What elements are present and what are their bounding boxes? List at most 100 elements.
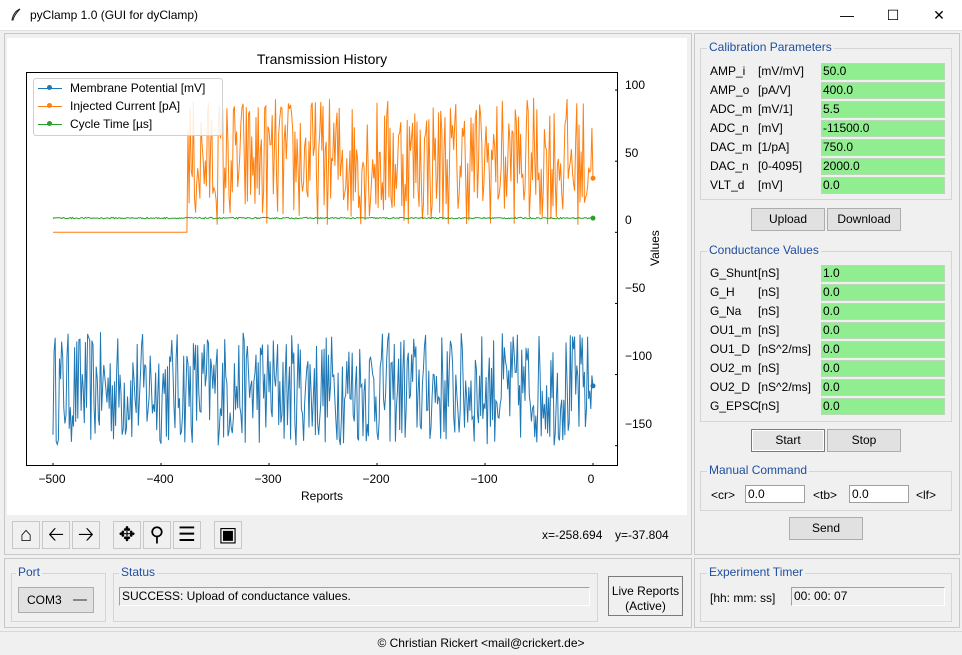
conductance-param-value-input[interactable]: 0.0 (821, 322, 945, 339)
conductance-param-name: OU1_D (710, 342, 751, 356)
series-last-point-0 (590, 383, 596, 389)
live-reports-button[interactable]: Live Reports (Active) (608, 576, 683, 616)
conductance-param-name: G_Shunt (710, 266, 758, 280)
close-button[interactable]: ✕ (916, 0, 962, 31)
configure-button[interactable]: ☰ (173, 521, 201, 549)
conductance-param-value-input[interactable]: 0.0 (821, 284, 945, 301)
calibration-param-name: DAC_n (710, 159, 749, 173)
x-tick-label: −500 (38, 472, 66, 486)
pan-icon: ✥ (118, 524, 136, 546)
x-tick-label: 0 (587, 472, 595, 486)
configure-icon: ☰ (178, 524, 196, 546)
manual-command-input-2[interactable]: 0.0 (849, 485, 909, 503)
status-title: Status (119, 565, 158, 579)
manual-command-title: Manual Command (707, 463, 810, 477)
conductance-param-value-input[interactable]: 0.0 (821, 398, 945, 415)
series-last-point-1 (590, 175, 596, 181)
conductance-param-name: G_Na (710, 304, 742, 318)
calibration-row: ADC_m [mV/1] 5.5 (709, 101, 945, 118)
forward-arrow-icon: 🡢 (77, 524, 95, 546)
back-button[interactable]: 🡠 (42, 521, 70, 549)
conductance-param-unit: [nS] (758, 266, 780, 280)
back-arrow-icon: 🡠 (47, 524, 65, 546)
timer-title: Experiment Timer (707, 565, 806, 579)
calibration-row: VLT_d [mV] 0.0 (709, 177, 945, 194)
footer-credit: © Christian Rickert <mail@crickert.de> (0, 631, 962, 654)
conductance-row: G_Shunt [nS] 1.0 (709, 265, 945, 282)
y-tick-label: 100 (625, 78, 646, 92)
conductance-param-value-input[interactable]: 0.0 (821, 341, 945, 358)
conductance-param-value-input[interactable]: 0.0 (821, 379, 945, 396)
port-title: Port (16, 565, 43, 579)
conductance-row: OU1_D [nS^2/ms] 0.0 (709, 341, 945, 358)
minimize-button[interactable]: — (824, 0, 870, 31)
calibration-param-value-input[interactable]: 400.0 (821, 82, 945, 99)
conductance-row: OU1_m [nS] 0.0 (709, 322, 945, 339)
stop-button[interactable]: Stop (827, 429, 901, 452)
maximize-button[interactable]: ☐ (870, 0, 916, 31)
legend-label: Cycle Time [µs] (70, 117, 153, 131)
legend-item-membrane: Membrane Potential [mV] (34, 80, 224, 98)
calibration-param-name: ADC_n (710, 121, 749, 135)
calibration-param-name: DAC_m (710, 140, 753, 154)
calibration-param-unit: [0-4095] (758, 159, 803, 173)
live-reports-label: Live Reports (611, 584, 680, 598)
calibration-title: Calibration Parameters (707, 40, 834, 54)
calibration-param-value-input[interactable]: 2000.0 (821, 158, 945, 175)
download-button[interactable]: Download (827, 208, 901, 231)
cursor-x-readout: x=-258.694 (542, 528, 603, 542)
port-select[interactable]: COM3 (18, 587, 94, 613)
calibration-param-unit: [mV] (758, 121, 783, 135)
save-button[interactable]: ▣ (214, 521, 242, 549)
legend-label: Membrane Potential [mV] (70, 81, 206, 95)
calibration-param-value-input[interactable]: 750.0 (821, 139, 945, 156)
forward-button[interactable]: 🡢 (72, 521, 100, 549)
conductance-param-unit: [nS^2/ms] (758, 380, 811, 394)
conductance-param-value-input[interactable]: 0.0 (821, 303, 945, 320)
series-line-2 (52, 216, 593, 220)
send-button[interactable]: Send (789, 517, 863, 540)
y-tick-label: −100 (625, 349, 653, 363)
legend-label: Injected Current [pA] (70, 99, 181, 113)
calibration-param-unit: [pA/V] (758, 83, 791, 97)
chart-legend: Membrane Potential [mV] Injected Current… (33, 78, 223, 136)
conductance-param-unit: [nS] (758, 323, 780, 337)
calibration-param-value-input[interactable]: 5.5 (821, 101, 945, 118)
close-icon: ✕ (933, 7, 945, 23)
zoom-button[interactable]: ⚲ (143, 521, 171, 549)
upload-button[interactable]: Upload (751, 208, 825, 231)
conductance-param-value-input[interactable]: 0.0 (821, 360, 945, 377)
conductance-param-value-input[interactable]: 1.0 (821, 265, 945, 282)
x-tick-label: −400 (146, 472, 174, 486)
x-axis-label: Reports (300, 489, 344, 503)
save-icon: ▣ (218, 524, 238, 546)
calibration-param-unit: [mV/1] (758, 102, 793, 116)
calibration-param-unit: [mV/mV] (758, 64, 805, 78)
window-title: pyClamp 1.0 (GUI for dyClamp) (30, 8, 199, 22)
calibration-param-value-input[interactable]: -11500.0 (821, 120, 945, 137)
calibration-param-value-input[interactable]: 50.0 (821, 63, 945, 80)
live-reports-state: (Active) (625, 599, 666, 613)
start-button[interactable]: Start (751, 429, 825, 452)
calibration-param-name: VLT_d (710, 178, 745, 192)
legend-item-current: Injected Current [pA] (34, 98, 224, 116)
feather-app-icon (11, 8, 21, 21)
home-button[interactable]: ⌂ (12, 521, 40, 549)
x-tick-label: −300 (254, 472, 282, 486)
y-tick-label: −50 (625, 281, 646, 295)
conductance-param-name: OU2_m (710, 361, 752, 375)
status-text: SUCCESS: Upload of conductance values. (119, 587, 590, 606)
calibration-param-value-input[interactable]: 0.0 (821, 177, 945, 194)
conductance-param-name: OU1_m (710, 323, 752, 337)
zoom-icon: ⚲ (149, 524, 165, 546)
manual-command-input-1[interactable]: 0.0 (745, 485, 805, 503)
dropdown-indicator-icon (73, 599, 87, 601)
x-tick-label: −200 (362, 472, 390, 486)
port-selected-value: COM3 (27, 593, 62, 607)
y-tick-label: 50 (625, 146, 639, 160)
conductance-param-unit: [nS] (758, 399, 780, 413)
calibration-param-unit: [mV] (758, 178, 783, 192)
pan-button[interactable]: ✥ (113, 521, 141, 549)
y-axis-label: Values (648, 230, 662, 266)
legend-marker (47, 103, 52, 108)
